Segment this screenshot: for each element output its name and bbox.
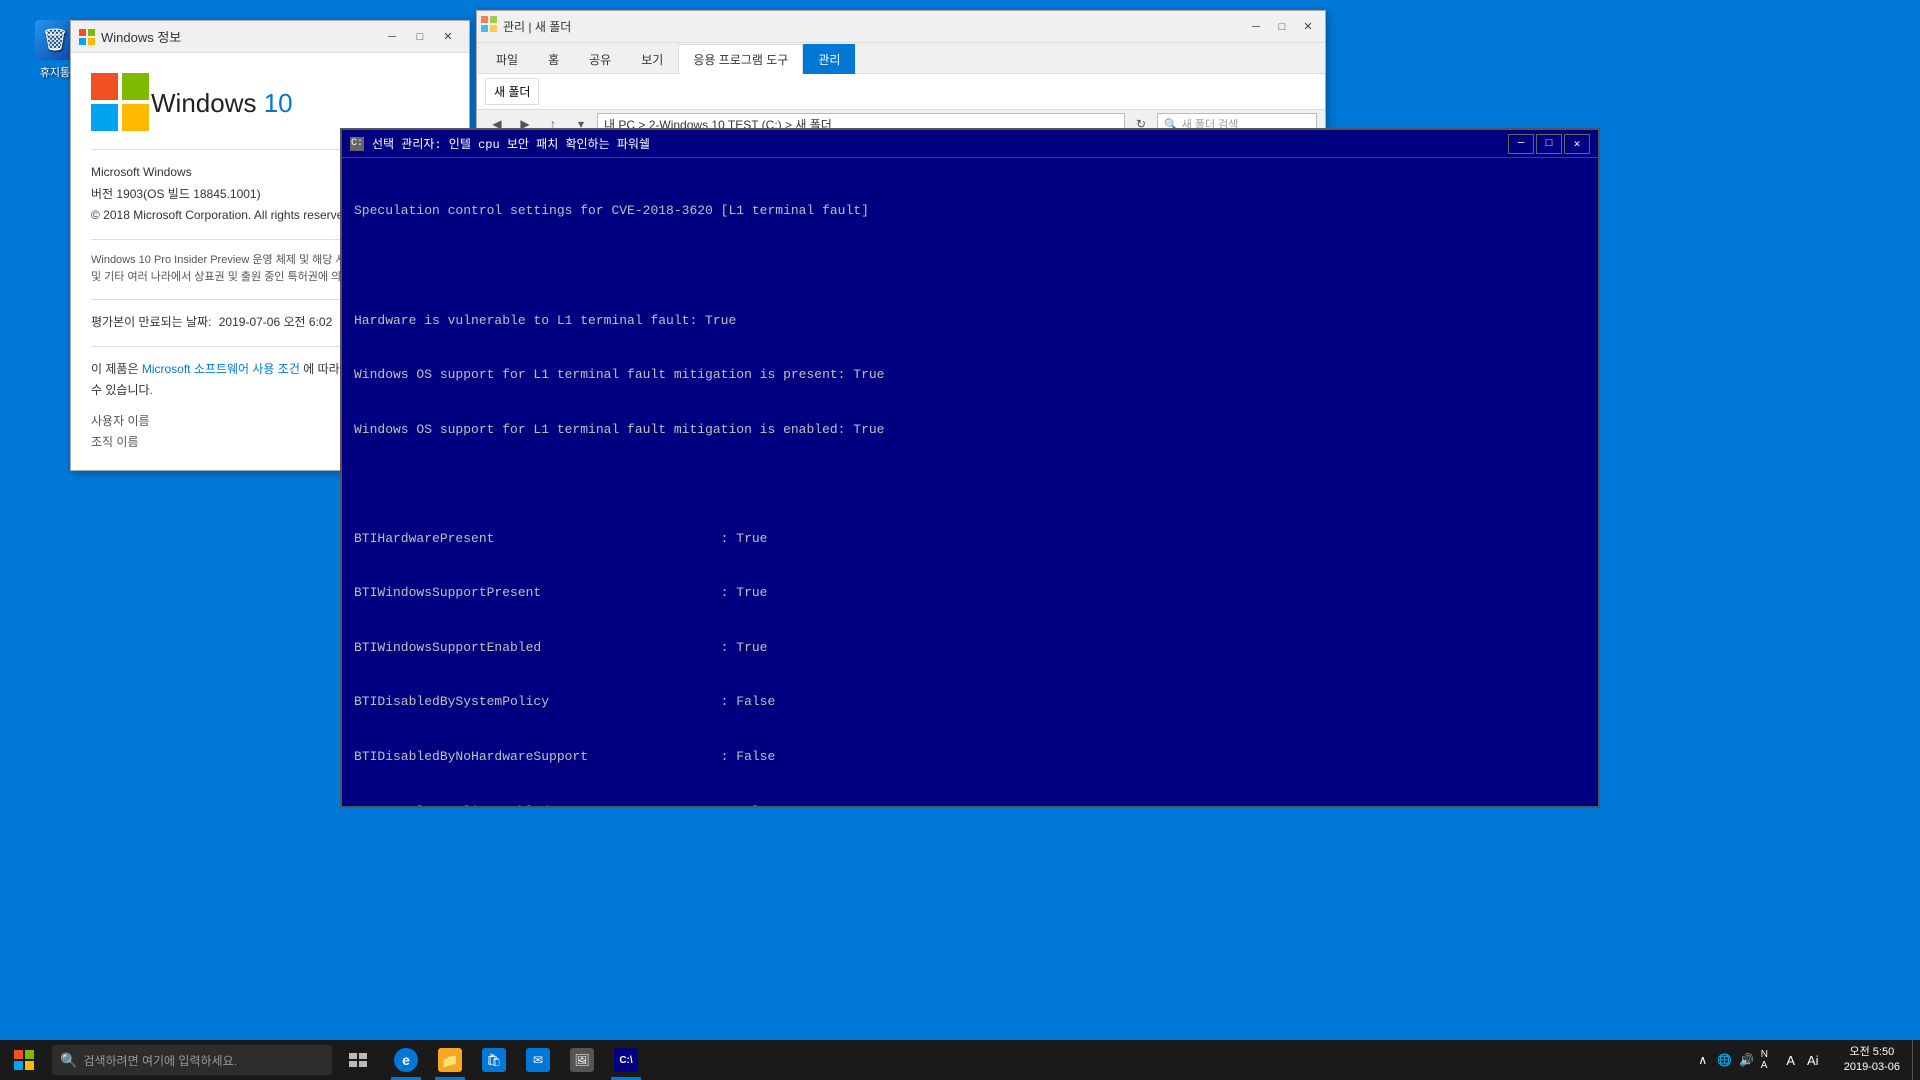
- taskbar-clock[interactable]: 오전 5:50 2019-03-06: [1832, 1040, 1912, 1080]
- fe-tab-file[interactable]: 파일: [481, 44, 533, 74]
- taskbar-search-icon: 🔍: [60, 1052, 77, 1069]
- maximize-button[interactable]: □: [407, 26, 433, 48]
- taskbar-app-photos[interactable]: 🖼: [560, 1040, 604, 1080]
- taskbar-search[interactable]: 🔍 검색하려면 여기에 입력하세요.: [52, 1045, 332, 1075]
- tray-Ai-icon: Ai: [1805, 1052, 1821, 1068]
- store-icon: 🛍: [482, 1048, 506, 1072]
- cmd-line-blank-1: [354, 257, 1586, 275]
- eval-date-label: 평가본이 만료되는 날짜:: [91, 315, 211, 329]
- win-logo-text: Windows 10: [151, 88, 293, 119]
- cmd-line-9: BTIDisabledBySystemPolicy : False: [354, 693, 1586, 711]
- clock-time: 오전 5:50: [1850, 1045, 1895, 1060]
- tray-up-arrow[interactable]: ∧: [1695, 1052, 1711, 1068]
- user-row-label: 사용자 이름: [91, 412, 150, 429]
- win-info-logo: Windows 10: [91, 73, 449, 133]
- fe-tab-share[interactable]: 공유: [574, 44, 626, 74]
- fe-maximize-button[interactable]: □: [1269, 16, 1295, 38]
- eval-date-value: 2019-07-06 오전 6:02: [219, 315, 333, 329]
- cmd-title: 선택 관리자: 인텔 cpu 보안 패치 확인하는 파워쉘: [372, 135, 1508, 152]
- tray-A-icon: A: [1783, 1052, 1799, 1068]
- cmd-window: C: 선택 관리자: 인텔 cpu 보안 패치 확인하는 파워쉘 ─ □ ✕ S…: [340, 128, 1600, 808]
- win-info-dialog-icon: [79, 29, 95, 45]
- taskbar-task-view[interactable]: [336, 1040, 380, 1080]
- taskbar-apps: e 📁 🛍 ✉ 🖼 C:\: [384, 1040, 648, 1080]
- cmd-controls: ─ □ ✕: [1508, 134, 1590, 154]
- photos-icon: 🖼: [570, 1048, 594, 1072]
- tray-battery-icon[interactable]: N A: [1761, 1052, 1777, 1068]
- cmd-line-3: Windows OS support for L1 terminal fault…: [354, 366, 1586, 384]
- cmd-icon: C:: [350, 137, 364, 151]
- taskbar-systray: ∧ 🌐 🔊 N A A Ai: [1684, 1040, 1832, 1080]
- desktop: 🗑 휴지통 Windows 정보 ─ □ ✕: [0, 0, 1920, 1080]
- fe-tab-home[interactable]: 홈: [533, 44, 574, 74]
- desktop-icon-label: 휴지통: [40, 64, 70, 80]
- cmd-line-10: BTIDisabledByNoHardwareSupport : False: [354, 748, 1586, 766]
- fe-titlebar: 관리 | 새 폴더 ─ □ ✕: [477, 11, 1325, 43]
- terms-prefix: 이 제품은: [91, 362, 142, 376]
- fe-ribbon: 새 폴더: [477, 74, 1325, 110]
- titlebar-controls: ─ □ ✕: [379, 26, 461, 48]
- taskbar-search-text: 검색하려면 여기에 입력하세요.: [83, 1052, 237, 1069]
- cmd-line-blank-5: [354, 475, 1586, 493]
- fe-tab-view[interactable]: 보기: [626, 44, 678, 74]
- fe-ribbon-tabs: 파일 홈 공유 보기 응용 프로그램 도구 관리: [477, 43, 1325, 74]
- cmd-line-4: Windows OS support for L1 terminal fault…: [354, 421, 1586, 439]
- clock-date: 2019-03-06: [1844, 1060, 1900, 1075]
- windows-logo-svg: [91, 73, 151, 133]
- taskbar-app-store[interactable]: 🛍: [472, 1040, 516, 1080]
- taskbar: 🔍 검색하려면 여기에 입력하세요. e 📁 🛍: [0, 1040, 1920, 1080]
- taskbar-app-cmd[interactable]: C:\: [604, 1040, 648, 1080]
- cmd-line-2: Hardware is vulnerable to L1 terminal fa…: [354, 312, 1586, 330]
- desktop-icon-image: 🗑: [35, 20, 75, 60]
- cmd-content[interactable]: Speculation control settings for CVE-201…: [342, 158, 1598, 806]
- taskbar-start-button[interactable]: [0, 1040, 48, 1080]
- taskbar-app-mail[interactable]: ✉: [516, 1040, 560, 1080]
- cmd-line-6: BTIHardwarePresent : True: [354, 530, 1586, 548]
- edge-icon: e: [394, 1048, 418, 1072]
- fe-ribbon-new-folder-btn[interactable]: 새 폴더: [485, 78, 539, 105]
- fe-tab-manage[interactable]: 관리: [803, 44, 855, 74]
- taskbar-show-desktop[interactable]: [1912, 1040, 1920, 1080]
- explorer-icon: 📁: [438, 1048, 462, 1072]
- cmd-maximize-btn[interactable]: □: [1536, 134, 1562, 154]
- tray-volume-icon[interactable]: 🔊: [1739, 1052, 1755, 1068]
- cmd-minimize-btn[interactable]: ─: [1508, 134, 1534, 154]
- taskbar-app-edge[interactable]: e: [384, 1040, 428, 1080]
- minimize-button[interactable]: ─: [379, 26, 405, 48]
- cmd-titlebar: C: 선택 관리자: 인텔 cpu 보안 패치 확인하는 파워쉘 ─ □ ✕: [342, 130, 1598, 158]
- cmd-icon-taskbar: C:\: [614, 1048, 638, 1072]
- cmd-line-8: BTIWindowsSupportEnabled : True: [354, 639, 1586, 657]
- taskbar-right: ∧ 🌐 🔊 N A A Ai 오전 5:50 2019-03-06: [1684, 1040, 1920, 1080]
- cmd-line-0: Speculation control settings for CVE-201…: [354, 202, 1586, 220]
- taskbar-app-explorer[interactable]: 📁: [428, 1040, 472, 1080]
- fe-titlebar-title: 관리 | 새 폴더: [503, 18, 1243, 35]
- cmd-close-btn[interactable]: ✕: [1564, 134, 1590, 154]
- fe-titlebar-controls: ─ □ ✕: [1243, 16, 1321, 38]
- fe-close-button[interactable]: ✕: [1295, 16, 1321, 38]
- cmd-line-7: BTIWindowsSupportPresent : True: [354, 584, 1586, 602]
- fe-tab-tools[interactable]: 응용 프로그램 도구: [678, 44, 803, 74]
- win-info-title: Windows 정보: [101, 27, 379, 46]
- mail-icon: ✉: [526, 1048, 550, 1072]
- win-info-titlebar: Windows 정보 ─ □ ✕: [71, 21, 469, 53]
- tray-network-icon[interactable]: 🌐: [1717, 1052, 1733, 1068]
- cmd-line-11: BTIKernelRetpolineEnabled : False: [354, 803, 1586, 806]
- org-row-label: 조직 이름: [91, 433, 139, 450]
- fe-titlebar-icon: [481, 16, 497, 37]
- terms-link[interactable]: Microsoft 소프트웨어 사용 조건: [142, 362, 300, 376]
- close-button[interactable]: ✕: [435, 26, 461, 48]
- fe-minimize-button[interactable]: ─: [1243, 16, 1269, 38]
